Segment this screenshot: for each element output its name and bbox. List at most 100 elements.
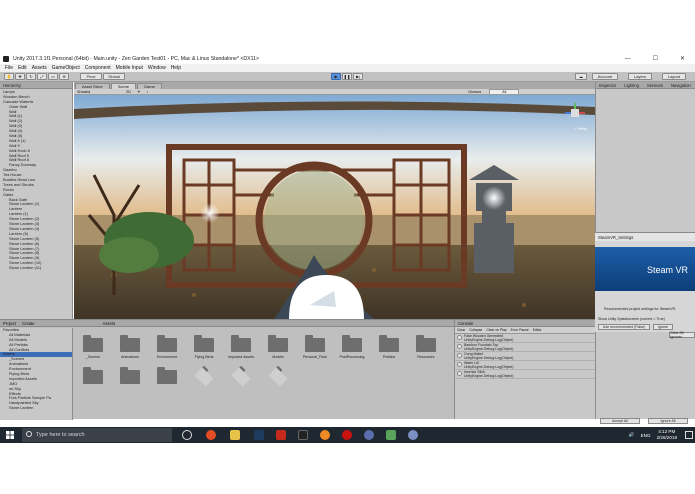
play-button[interactable]: ▶ xyxy=(331,73,341,80)
asset-item[interactable]: Environment xyxy=(150,335,184,359)
lighting-toggle[interactable]: ☀ xyxy=(137,89,140,94)
console-log-text: Gong Mallet UnityEngine.Debug:Log(Object) xyxy=(464,352,513,360)
rotate-tool-button[interactable]: ↻ xyxy=(26,73,36,80)
rect-tool-button[interactable]: ▭ xyxy=(48,73,58,80)
cortana-icon[interactable] xyxy=(182,430,192,440)
global-toggle[interactable]: Global xyxy=(103,73,125,80)
scale-tool-button[interactable]: ⤢ xyxy=(37,73,47,80)
menu-edit[interactable]: Edit xyxy=(18,65,27,71)
asset-item[interactable]: Flying Birds xyxy=(187,335,221,359)
media-icon[interactable] xyxy=(342,430,352,440)
console-log-entry[interactable]: Bamboo Fountain Top UnityEngine.Debug:Log… xyxy=(455,343,595,352)
acrobat-icon[interactable] xyxy=(276,430,286,440)
tab-inspector[interactable]: Inspector xyxy=(599,83,616,88)
layout-dropdown[interactable]: Layout xyxy=(662,73,686,80)
tab-console[interactable]: Console xyxy=(458,321,473,326)
layers-dropdown[interactable]: Layers xyxy=(628,73,652,80)
asset-item[interactable] xyxy=(187,367,221,387)
console-log-source: UnityEngine.Debug:Log(Object) xyxy=(464,346,514,351)
pause-button[interactable]: ❚❚ xyxy=(342,73,352,80)
console-editor-dropdown[interactable]: Editor xyxy=(533,328,542,332)
taskbar-search-input[interactable]: Type here to search xyxy=(22,428,172,442)
clear-all-ignores-button[interactable]: Clear All Ignores xyxy=(669,331,695,339)
2d-toggle[interactable]: 2D xyxy=(126,90,131,94)
menu-gameobject[interactable]: GameObject xyxy=(52,65,80,71)
move-tool-button[interactable]: ✥ xyxy=(15,73,25,80)
tab-services[interactable]: Services xyxy=(647,83,663,88)
pivot-toggle[interactable]: Pivot xyxy=(80,73,102,80)
menu-assets[interactable]: Assets xyxy=(32,65,47,71)
blender-icon[interactable] xyxy=(320,430,330,440)
assets-breadcrumb[interactable]: Assets xyxy=(103,321,116,326)
folder-icon xyxy=(120,367,140,384)
create-dropdown[interactable]: Create xyxy=(22,321,35,326)
file-explorer-icon[interactable] xyxy=(230,430,240,440)
menu-mobile-input[interactable]: Mobile Input xyxy=(116,65,143,71)
console-error-pause-button[interactable]: Error Pause xyxy=(511,328,529,332)
hierarchy-item[interactable]: Stone Lantern (11) xyxy=(0,266,72,271)
asset-item[interactable]: Personal_Pack xyxy=(298,335,332,359)
persp-label[interactable]: < Persp xyxy=(575,127,588,131)
console-log-entry[interactable]: Incense Stick UnityEngine.Debug:Log(Objec… xyxy=(455,370,595,379)
console-log-entry[interactable]: Gong Mallet UnityEngine.Debug:Log(Object) xyxy=(455,352,595,361)
windows-start-icon[interactable] xyxy=(6,431,14,439)
asset-item[interactable]: PostProcessing xyxy=(335,335,369,359)
photos-icon[interactable] xyxy=(386,430,396,440)
tab-project[interactable]: Project xyxy=(3,321,16,326)
asset-item[interactable] xyxy=(224,367,258,387)
asset-item[interactable] xyxy=(150,367,184,387)
minimize-button[interactable]: — xyxy=(625,56,631,62)
account-dropdown[interactable]: Account xyxy=(592,73,618,80)
asset-item[interactable] xyxy=(113,367,147,387)
project-tree-item[interactable]: Stone Lantern xyxy=(0,406,72,411)
scene-search-input[interactable]: All xyxy=(489,88,520,95)
unity-taskbar-icon[interactable] xyxy=(298,430,308,440)
asset-item[interactable]: Resources xyxy=(409,335,443,359)
splashscreen-prompt: Show Unity Splashscreen (current = True) xyxy=(598,317,665,321)
steam-icon[interactable] xyxy=(408,430,418,440)
asset-item[interactable]: Animations xyxy=(113,335,147,359)
asset-item[interactable] xyxy=(261,367,295,387)
accept-all-button[interactable]: Accept All xyxy=(600,418,640,424)
menu-help[interactable]: Help xyxy=(171,65,181,71)
audio-toggle[interactable]: ♪ xyxy=(146,90,148,94)
folder-icon xyxy=(379,335,399,352)
asset-item[interactable]: Prefabs xyxy=(372,335,406,359)
asset-item[interactable] xyxy=(76,367,110,387)
shading-mode-dropdown[interactable]: Shaded xyxy=(77,90,90,94)
gizmos-dropdown[interactable]: Gizmos xyxy=(468,90,481,94)
language-indicator[interactable]: ENG xyxy=(641,433,651,438)
console-clear-on-play-button[interactable]: Clear on Play xyxy=(486,328,506,332)
menu-file[interactable]: File xyxy=(5,65,13,71)
console-log-list: Fake Wooden Generated UnityEngine.Debug:L… xyxy=(455,334,595,379)
hierarchy-tab[interactable]: Hierarchy xyxy=(3,83,21,88)
menu-window[interactable]: Window xyxy=(148,65,166,71)
menu-component[interactable]: Component xyxy=(85,65,111,71)
tab-lighting[interactable]: Lighting xyxy=(624,83,639,88)
photoshop-icon[interactable] xyxy=(254,430,264,440)
hand-tool-button[interactable]: ✋ xyxy=(4,73,14,80)
console-log-entry[interactable]: Water Lilt UnityEngine.Debug:Log(Object) xyxy=(455,361,595,370)
asset-item[interactable]: Imported Assets xyxy=(224,335,258,359)
speaker-icon[interactable]: 🔊 xyxy=(629,432,635,438)
maximize-button[interactable]: ☐ xyxy=(653,55,658,62)
console-log-entry[interactable]: Fake Wooden Generated UnityEngine.Debug:L… xyxy=(455,334,595,343)
transform-tool-button[interactable]: ⊕ xyxy=(59,73,69,80)
close-button[interactable]: ✕ xyxy=(680,55,685,62)
ignore-all-button[interactable]: Ignore All xyxy=(648,418,688,424)
console-collapse-button[interactable]: Collapse xyxy=(469,328,482,332)
step-button[interactable]: ▶| xyxy=(353,73,363,80)
asset-item[interactable]: Models xyxy=(261,335,295,359)
use-recommended-button[interactable]: Use recommended (False) xyxy=(598,324,650,330)
ignore-button[interactable]: Ignore xyxy=(653,324,673,330)
chrome-icon[interactable] xyxy=(206,430,216,440)
tab-navigation[interactable]: Navigation xyxy=(671,83,691,88)
scene-viewport[interactable]: < Persp xyxy=(74,95,595,319)
console-clear-button[interactable]: Clear xyxy=(457,328,465,332)
asset-item[interactable]: _Scenes xyxy=(76,335,110,359)
asset-label: PostProcessing xyxy=(339,355,365,359)
notifications-icon[interactable] xyxy=(685,431,693,439)
collab-button[interactable]: ☁ xyxy=(575,73,587,80)
taskbar-clock[interactable]: 4:12 PM 2/26/2018 xyxy=(657,429,677,441)
app-icon[interactable] xyxy=(364,430,374,440)
